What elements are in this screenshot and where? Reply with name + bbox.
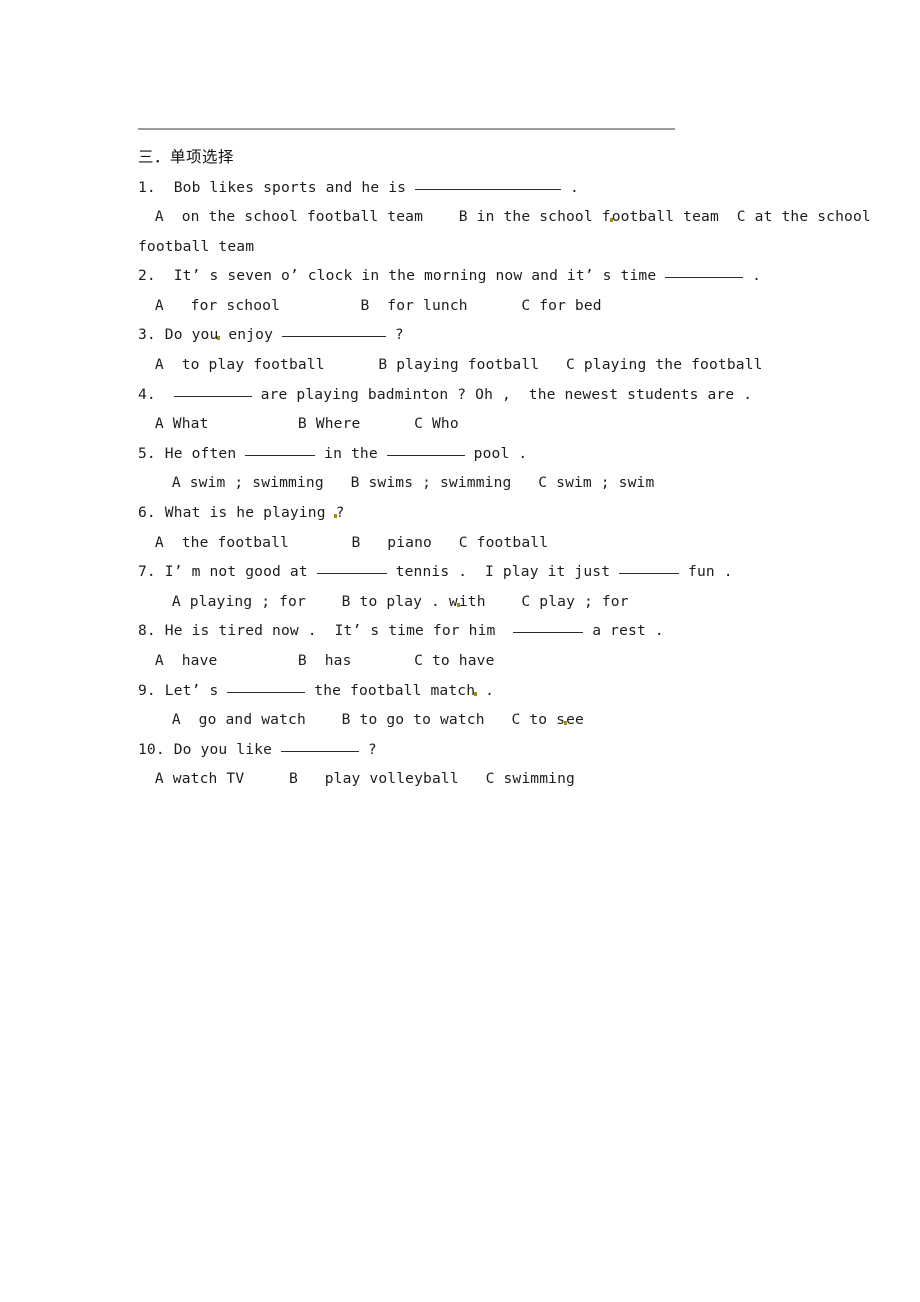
question-7-stem: 7. I’ m not good at tennis . I play it j… (138, 557, 898, 587)
question-9-blank[interactable] (227, 681, 306, 693)
question-10-text-before: 10. Do you like (138, 740, 281, 758)
worksheet-content: 三．单项选择 1. Bob likes sports and he is . A… (138, 143, 898, 794)
question-1-text-before: 1. Bob likes sports and he is (138, 178, 416, 196)
question-1-options-row-1[interactable]: A on the school football team B in the s… (138, 202, 898, 232)
question-3-stem: 3. Do you enjoy ? (138, 320, 898, 350)
question-7-options-part-2: ith C play ; for (458, 592, 629, 610)
question-7-text-after: fun . (679, 563, 733, 581)
question-1-options-part-1: A on the school football team B in the s… (146, 208, 611, 226)
question-10-text-after: ? (358, 740, 377, 758)
question-6-stem: 6. What is he playing ? (138, 498, 898, 528)
question-7-text-mid: tennis . I play it just (386, 563, 620, 581)
question-5-options-row[interactable]: A swim ; swimming B swims ; swimming C s… (138, 468, 898, 498)
question-1-text-after: . (561, 178, 579, 196)
question-2-blank[interactable] (665, 266, 744, 279)
question-9-text-after: . (476, 681, 495, 699)
question-10-stem: 10. Do you like ? (138, 735, 898, 765)
section-heading: 三．单项选择 (138, 148, 235, 166)
question-5-text-after: pool . (464, 444, 528, 462)
question-7-options-part-1: A playing ; for B to play . w (154, 592, 458, 610)
question-9-text-mid: the football match (305, 681, 476, 699)
question-5-blank-1[interactable] (245, 444, 316, 456)
question-9-text-before: 9. Let’ s (138, 681, 228, 699)
question-8-text-before: 8. He is tired now . It’ s time for him (138, 622, 514, 640)
horizontal-rule-divider (138, 128, 675, 130)
question-1-options-row-2[interactable]: football team (138, 232, 898, 262)
question-6-options-row[interactable]: A the football B piano C football (138, 528, 898, 558)
question-6-text-after: ? (335, 504, 345, 522)
question-4-options-row[interactable]: A What B Where C Who (138, 409, 898, 439)
question-9-options-part-2: ee (566, 711, 584, 729)
question-8-options-row[interactable]: A have B has C to have (138, 646, 898, 676)
question-7-blank-2[interactable] (619, 562, 680, 575)
question-5-text-mid: in the (315, 444, 387, 462)
question-3-text-mid: enjoy (219, 326, 282, 344)
question-4-stem: 4. are playing badminton ? Oh , the newe… (138, 380, 898, 410)
question-3-text-before: 3. Do you (138, 326, 219, 344)
question-9-options-part-1: A go and watch B to go to watch C to s (154, 711, 566, 729)
question-3-options-row[interactable]: A to play football B playing football C … (138, 350, 898, 380)
question-2-stem: 2. It’ s seven o’ clock in the morning n… (138, 261, 898, 291)
question-1-blank[interactable] (415, 178, 562, 190)
question-9-stem: 9. Let’ s the football match . (138, 676, 898, 706)
question-7-text-before: 7. I’ m not good at (138, 563, 317, 581)
question-4-blank[interactable] (173, 385, 252, 397)
question-8-text-after: a rest . (583, 622, 664, 640)
question-7-options-row[interactable]: A playing ; for B to play . with C play … (138, 587, 898, 617)
question-3-blank[interactable] (282, 325, 386, 338)
question-5-blank-2[interactable] (386, 444, 465, 456)
question-1-options-part-2: ootball team C at the school (611, 208, 871, 226)
question-5-text-before: 5. He often (138, 444, 246, 462)
question-8-blank[interactable] (513, 621, 584, 634)
question-8-stem: 8. He is tired now . It’ s time for him … (138, 616, 898, 646)
question-9-options-row[interactable]: A go and watch B to go to watch C to see (138, 705, 898, 735)
question-6-text-before: 6. What is he playing (138, 504, 335, 522)
document-page: 三．单项选择 1. Bob likes sports and he is . A… (0, 0, 920, 1302)
question-10-options-row[interactable]: A watch TV B play volleyball C swimming (138, 764, 898, 794)
question-3-text-after: ? (386, 326, 404, 344)
question-10-blank[interactable] (280, 740, 359, 752)
question-7-blank-1[interactable] (316, 562, 387, 575)
question-2-text-after: . (743, 267, 762, 285)
question-4-text-before: 4. (138, 385, 174, 403)
question-1-stem: 1. Bob likes sports and he is . (138, 173, 898, 203)
question-2-text-before: 2. It’ s seven o’ clock in the morning n… (138, 267, 666, 285)
question-2-options-row[interactable]: A for school B for lunch C for bed (138, 291, 898, 321)
question-4-text-after: are playing badminton ? Oh , the newest … (251, 385, 753, 403)
question-5-stem: 5. He often in the pool . (138, 439, 898, 469)
